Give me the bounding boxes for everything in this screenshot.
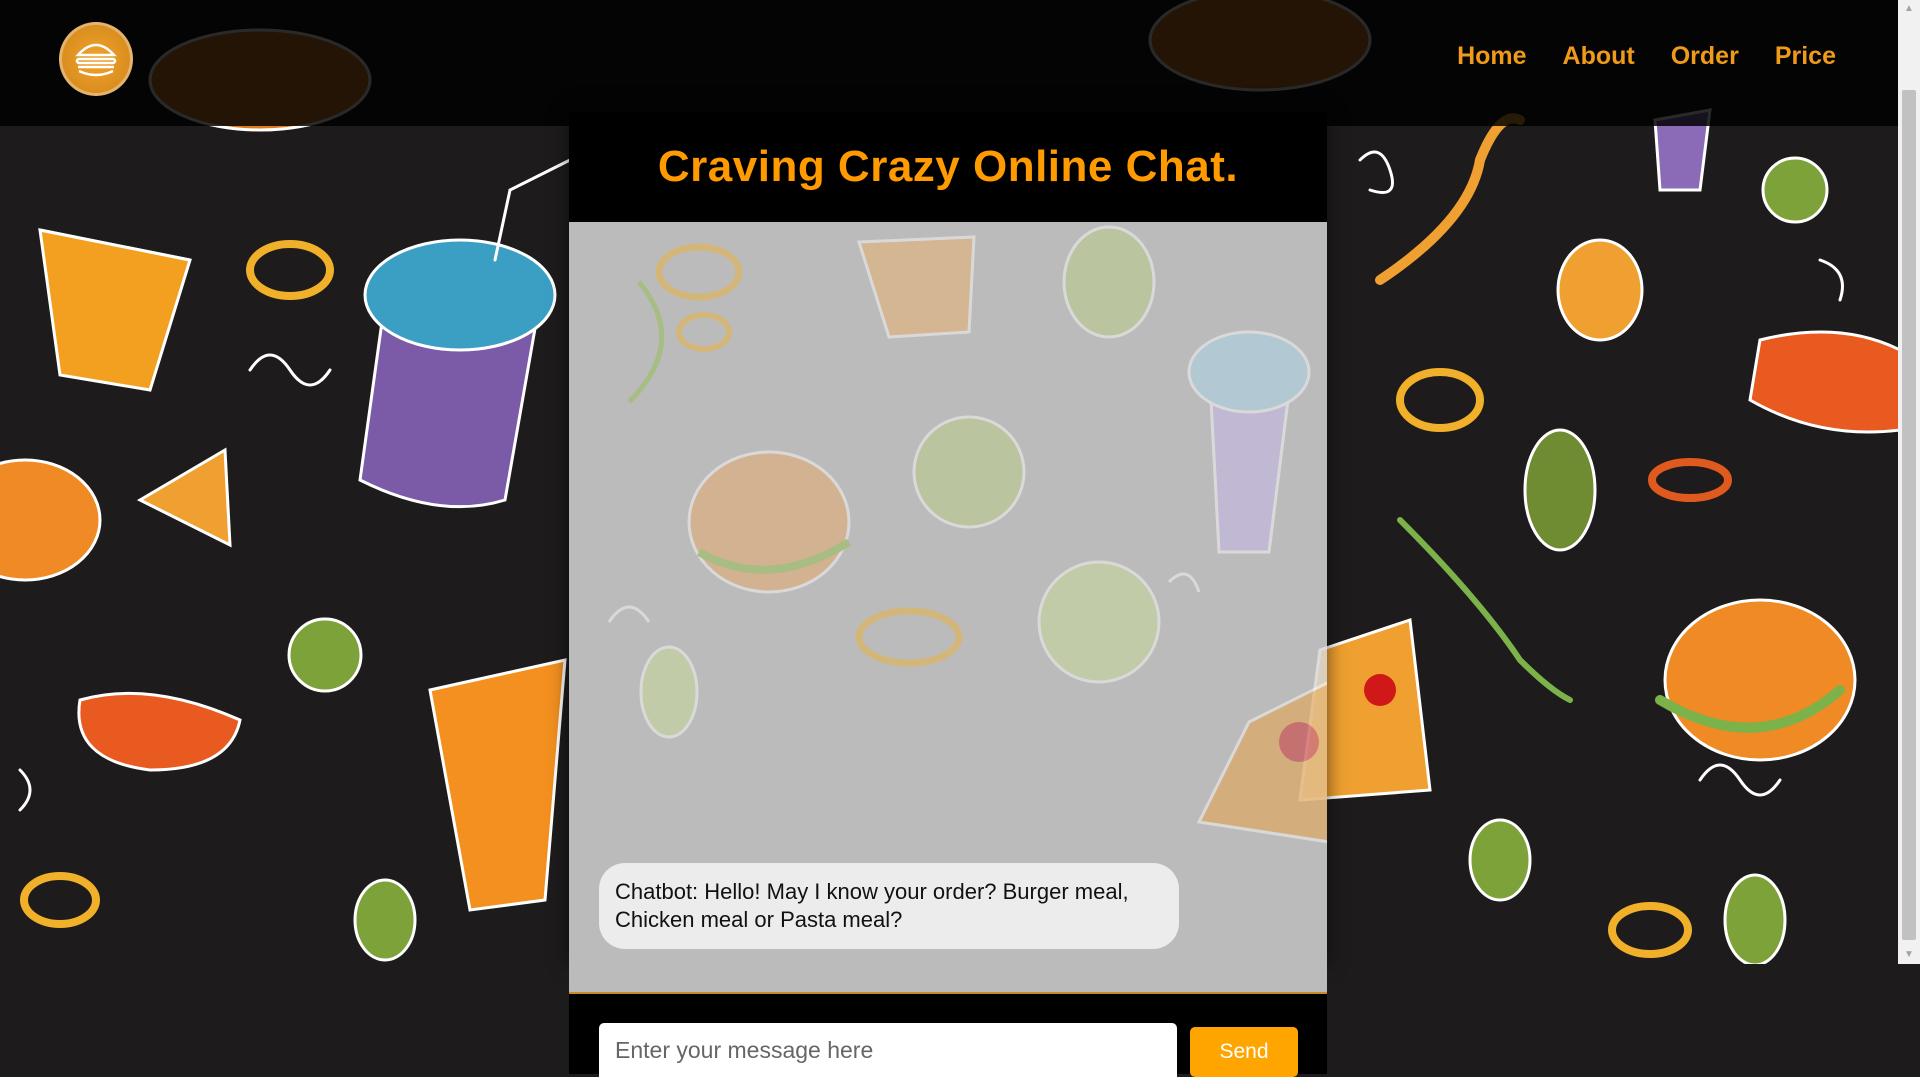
- nav-order-link[interactable]: Order: [1671, 42, 1739, 71]
- page-scrollbar[interactable]: ▲ ▼: [1898, 0, 1920, 964]
- main-nav: Home About Order Price: [1457, 42, 1836, 71]
- chatbot-message: Chatbot: Hello! May I know your order? B…: [599, 863, 1179, 949]
- nav-price-link[interactable]: Price: [1775, 42, 1836, 71]
- nav-home-link[interactable]: Home: [1457, 42, 1526, 71]
- message-input[interactable]: [599, 1023, 1177, 1077]
- top-navbar: Home About Order Price: [0, 0, 1898, 126]
- scroll-down-arrow-icon[interactable]: ▼: [1898, 946, 1920, 964]
- scroll-up-arrow-icon[interactable]: ▲: [1898, 0, 1920, 18]
- chat-panel: Craving Crazy Online Chat. Chatbot: Hell…: [569, 112, 1327, 1077]
- chat-messages-area[interactable]: Chatbot: Hello! May I know your order? B…: [569, 222, 1327, 992]
- chat-title: Craving Crazy Online Chat.: [657, 142, 1239, 191]
- nav-about-link[interactable]: About: [1563, 42, 1635, 71]
- chat-header: Craving Crazy Online Chat.: [569, 112, 1327, 222]
- burger-logo-icon[interactable]: [59, 22, 133, 96]
- chat-input-bar: Send: [569, 992, 1327, 1077]
- scroll-thumb[interactable]: [1902, 90, 1916, 940]
- send-button[interactable]: Send: [1190, 1027, 1298, 1077]
